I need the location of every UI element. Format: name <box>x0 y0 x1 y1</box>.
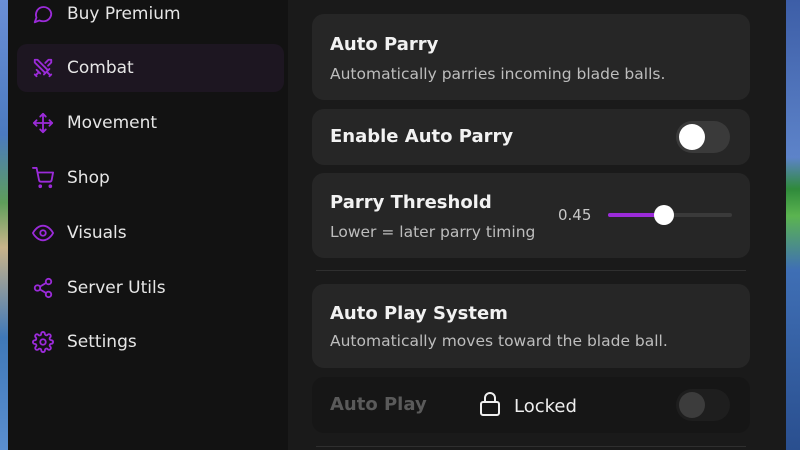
auto-play-system-card: Auto Play System Automatically moves tow… <box>312 284 750 368</box>
toggle-label: Auto Play <box>330 394 427 415</box>
section-title: Auto Play System <box>330 303 508 324</box>
sidebar-item-settings[interactable]: Settings <box>17 318 284 366</box>
slider-thumb[interactable] <box>654 205 674 225</box>
auto-play-toggle <box>676 389 730 421</box>
shopping-cart-icon <box>32 167 54 189</box>
slider-value: 0.45 <box>558 206 592 224</box>
sidebar-item-label: Settings <box>67 332 137 352</box>
lock-icon <box>478 391 502 421</box>
sidebar-item-buy-premium[interactable]: Buy Premium <box>17 0 284 38</box>
gear-icon <box>32 331 54 353</box>
sidebar-item-label: Visuals <box>67 223 127 243</box>
move-arrows-icon <box>32 112 54 134</box>
section-title: Parry Threshold <box>330 192 492 213</box>
section-description: Automatically moves toward the blade bal… <box>330 332 668 350</box>
locked-label: Locked <box>514 395 577 417</box>
toggle-knob <box>679 124 705 150</box>
sidebar-item-label: Combat <box>67 58 134 78</box>
chat-bubble-icon <box>32 3 54 25</box>
main-panel: Auto Parry Automatically parries incomin… <box>288 0 786 450</box>
parry-threshold-slider[interactable] <box>608 205 732 225</box>
sidebar-item-label: Shop <box>67 168 110 188</box>
divider <box>316 446 746 447</box>
sidebar-item-server-utils[interactable]: Server Utils <box>17 264 284 312</box>
parry-threshold-card: Parry Threshold Lower = later parry timi… <box>312 173 750 258</box>
sidebar-item-label: Buy Premium <box>67 4 181 24</box>
auto-play-row-locked: Auto Play Locked <box>312 377 750 433</box>
auto-parry-card: Auto Parry Automatically parries incomin… <box>312 14 750 100</box>
toggle-knob <box>679 392 705 418</box>
section-description: Lower = later parry timing <box>330 223 536 241</box>
enable-auto-parry-toggle[interactable] <box>676 121 730 153</box>
game-background-right-strip <box>786 0 800 450</box>
section-description: Automatically parries incoming blade bal… <box>330 65 666 83</box>
eye-icon <box>32 222 54 244</box>
sidebar-item-movement[interactable]: Movement <box>17 99 284 147</box>
sidebar-item-shop[interactable]: Shop <box>17 154 284 202</box>
toggle-label: Enable Auto Parry <box>330 126 514 147</box>
section-title: Auto Parry <box>330 34 439 55</box>
game-background-left-strip <box>0 0 8 450</box>
enable-auto-parry-row[interactable]: Enable Auto Parry <box>312 109 750 165</box>
sidebar: Buy Premium Combat Movement Shop Visuals… <box>8 0 288 450</box>
locked-overlay: Locked <box>478 391 577 421</box>
sidebar-item-label: Server Utils <box>67 278 166 298</box>
sidebar-item-visuals[interactable]: Visuals <box>17 209 284 257</box>
divider <box>316 270 746 271</box>
crossed-swords-icon <box>32 57 54 79</box>
share-nodes-icon <box>32 277 54 299</box>
sidebar-item-combat[interactable]: Combat <box>17 44 284 92</box>
sidebar-item-label: Movement <box>67 113 158 133</box>
